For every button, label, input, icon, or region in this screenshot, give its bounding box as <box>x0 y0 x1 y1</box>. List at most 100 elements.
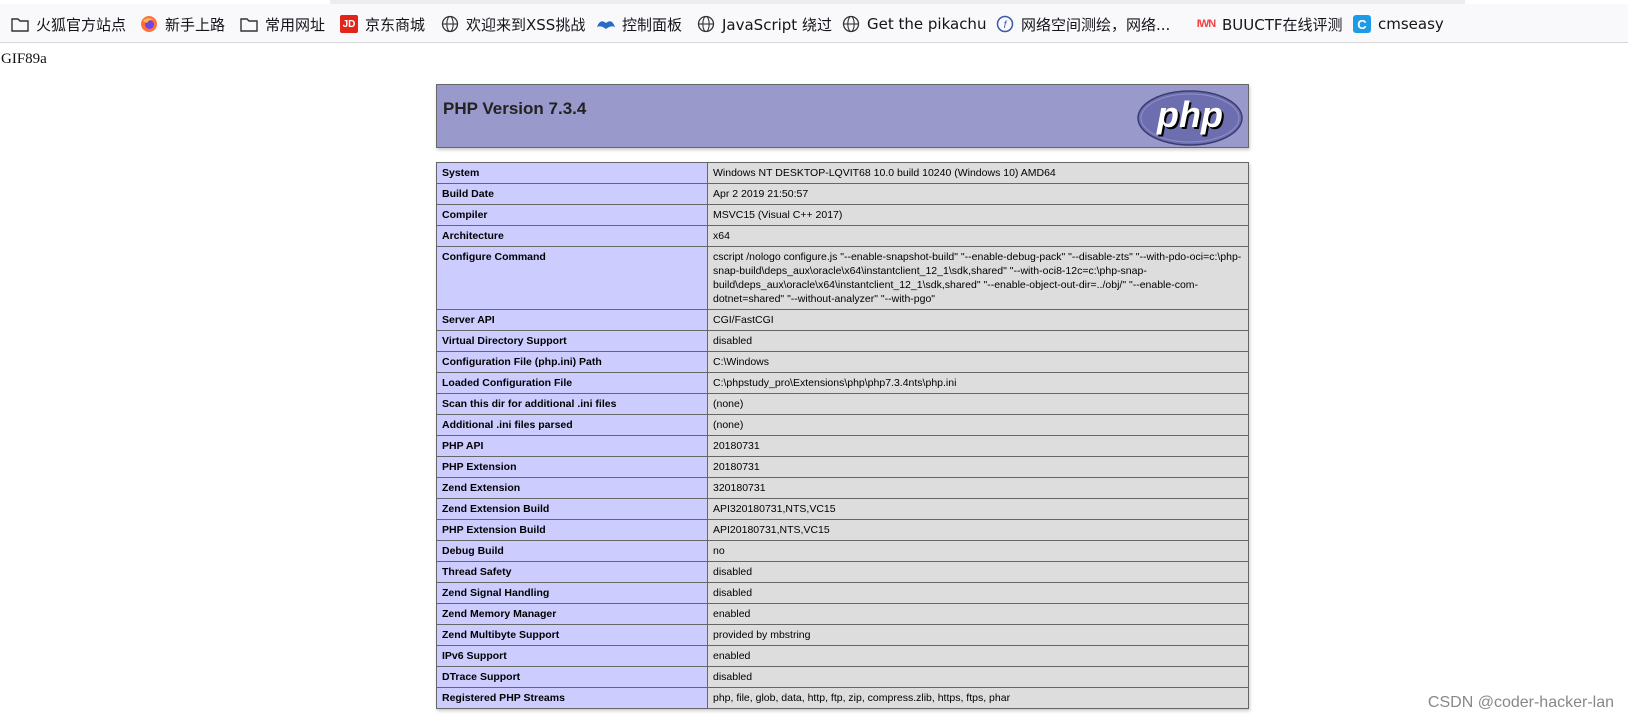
table-row: Registered PHP Streams php, file, glob, d… <box>436 687 1249 709</box>
table-row: IPv6 Support enabled <box>436 645 1249 667</box>
table-row: Compiler MSVC15 (Visual C++ 2017) <box>436 204 1249 226</box>
bookmark-jd-mall[interactable]: JD 京东商城 <box>339 12 425 36</box>
config-value: disabled <box>707 330 1249 352</box>
bookmark-label: 常用网址 <box>265 15 326 34</box>
table-row: Scan this dir for additional .ini files(… <box>436 393 1249 415</box>
bookmark-label: 网络空间测绘，网络... <box>1021 15 1171 34</box>
bookmark-label: BUUCTF在线评测 <box>1222 15 1343 34</box>
table-row: Thread Safety disabled <box>436 561 1249 583</box>
config-key: Architecture <box>436 225 708 247</box>
table-row: Configure Command cscript /nologo configu… <box>436 246 1249 310</box>
bookmark-buuctf[interactable]: IWN BUUCTF在线评测 <box>1196 12 1343 36</box>
svg-text:f: f <box>1004 20 1008 31</box>
config-key: Configure Command <box>436 246 708 310</box>
config-value: CGI/FastCGI <box>707 309 1249 331</box>
config-key: Server API <box>436 309 708 331</box>
config-key: Zend Extension Build <box>436 498 708 520</box>
config-key: Zend Signal Handling <box>436 582 708 604</box>
config-value: API20180731,NTS,VC15 <box>707 519 1249 541</box>
bookmark-label: 控制面板 <box>622 15 683 34</box>
config-value: php, file, glob, data, http, ftp, zip, c… <box>707 687 1249 709</box>
table-row: Zend Signal Handling disabled <box>436 582 1249 604</box>
jd-logo-text: JD <box>340 15 358 33</box>
folder-icon <box>239 14 259 34</box>
csdn-watermark: CSDN @coder-hacker-lan <box>1427 694 1614 711</box>
config-key: Loaded Configuration File <box>436 372 708 394</box>
config-key: Compiler <box>436 204 708 226</box>
bookmark-folder-common-sites[interactable]: 常用网址 <box>239 12 325 36</box>
globe-icon <box>841 14 861 34</box>
config-value: API320180731,NTS,VC15 <box>707 498 1249 520</box>
buuctf-logo-text: IWN <box>1196 18 1216 30</box>
table-row: PHP Extension Build API20180731,NTS,VC15 <box>436 519 1249 541</box>
config-key: IPv6 Support <box>436 645 708 667</box>
table-row: PHP API 20180731 <box>436 435 1249 457</box>
globe-icon <box>440 14 460 34</box>
config-value: Apr 2 2019 21:50:57 <box>707 183 1249 205</box>
config-key: PHP Extension <box>436 456 708 478</box>
config-value: C:\phpstudy_pro\Extensions\php\php7.3.4n… <box>707 372 1249 394</box>
table-row: Build Date Apr 2 2019 21:50:57 <box>436 183 1249 205</box>
bookmark-getting-started[interactable]: 新手上路 <box>139 12 225 36</box>
bookmark-get-the-pikachu[interactable]: Get the pikachu <box>841 12 986 36</box>
table-row: Zend Extension Build API320180731,NTS,VC1… <box>436 498 1249 520</box>
config-key: Registered PHP Streams <box>436 687 708 709</box>
config-value: enabled <box>707 603 1249 625</box>
folder-icon <box>10 14 30 34</box>
bookmark-label: cmseasy <box>1378 15 1444 33</box>
php-config-table: System Windows NT DESKTOP-LQVIT68 10.0 bu… <box>436 162 1249 709</box>
config-value: cscript /nologo configure.js "--enable-s… <box>707 246 1249 310</box>
config-value: disabled <box>707 666 1249 688</box>
table-row: Server API CGI/FastCGI <box>436 309 1249 331</box>
bookmark-javascript-bypass[interactable]: JavaScript 绕过 <box>696 12 832 36</box>
config-value: (none) <box>707 393 1249 415</box>
config-value: Windows NT DESKTOP-LQVIT68 10.0 build 10… <box>707 162 1249 184</box>
bookmark-label: 火狐官方站点 <box>36 15 127 34</box>
table-row: Architecture x64 <box>436 225 1249 247</box>
bookmark-cyberspace-mapping[interactable]: f 网络空间测绘，网络... <box>995 12 1170 36</box>
table-row: Zend Memory Manager enabled <box>436 603 1249 625</box>
firefox-icon <box>139 14 159 34</box>
config-key: Scan this dir for additional .ini files <box>436 393 708 415</box>
bookmark-cmseasy[interactable]: C cmseasy <box>1352 12 1444 36</box>
config-key: PHP Extension Build <box>436 519 708 541</box>
config-key: Build Date <box>436 183 708 205</box>
table-row: Debug Build no <box>436 540 1249 562</box>
bookmark-label: 新手上路 <box>165 15 226 34</box>
config-value: disabled <box>707 561 1249 583</box>
table-row: Configuration File (php.ini) Path C:\Wind… <box>436 351 1249 373</box>
config-value: x64 <box>707 225 1249 247</box>
jd-icon: JD <box>339 14 359 34</box>
table-row: Zend Extension 320180731 <box>436 477 1249 499</box>
config-value: enabled <box>707 645 1249 667</box>
bookmark-control-panel[interactable]: 控制面板 <box>596 12 682 36</box>
config-key: Zend Memory Manager <box>436 603 708 625</box>
config-value: 320180731 <box>707 477 1249 499</box>
config-value: provided by mbstring <box>707 624 1249 646</box>
cmseasy-icon: C <box>1352 14 1372 34</box>
config-key: PHP API <box>436 435 708 457</box>
table-row: PHP Extension 20180731 <box>436 456 1249 478</box>
table-row: Additional .ini files parsed (none) <box>436 414 1249 436</box>
config-key: Debug Build <box>436 540 708 562</box>
config-key: Additional .ini files parsed <box>436 414 708 436</box>
php-logo-text: php <box>1156 94 1223 135</box>
config-key: Zend Extension <box>436 477 708 499</box>
cmseasy-logo-text: C <box>1353 15 1371 33</box>
bookmark-label: Get the pikachu <box>867 15 987 33</box>
config-key: Zend Multibyte Support <box>436 624 708 646</box>
config-value: disabled <box>707 582 1249 604</box>
php-logo-icon[interactable]: php php <box>1136 89 1244 147</box>
config-value: C:\Windows <box>707 351 1249 373</box>
page-title: PHP Version 7.3.4 <box>443 99 587 118</box>
table-row: Zend Multibyte Support provided by mbstri… <box>436 624 1249 646</box>
config-key: DTrace Support <box>436 666 708 688</box>
table-row: Virtual Directory Support disabled <box>436 330 1249 352</box>
bookmark-folder-firefox-official[interactable]: 火狐官方站点 <box>10 12 126 36</box>
table-row: DTrace Support disabled <box>436 666 1249 688</box>
table-row: Loaded Configuration File C:\phpstudy_pro… <box>436 372 1249 394</box>
config-key: System <box>436 162 708 184</box>
phpinfo-container: PHP Version 7.3.4 php php System Windows … <box>436 84 1249 709</box>
config-value: 20180731 <box>707 456 1249 478</box>
bookmark-xss-challenge[interactable]: 欢迎来到XSS挑战 <box>440 12 585 36</box>
